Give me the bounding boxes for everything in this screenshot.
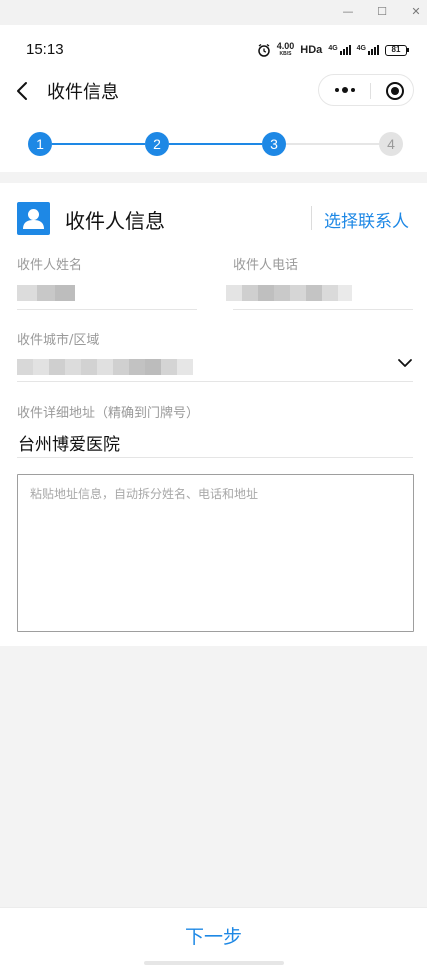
status-time: 15:13 [26,41,64,58]
chevron-down-icon[interactable] [397,357,413,369]
capsule-divider [370,83,371,99]
city-select[interactable] [17,359,193,375]
signal-label-2: 4G [356,45,366,52]
alarm-icon [258,43,270,57]
step-2: 2 [145,132,169,156]
progress-stepper: 1 2 3 4 [0,120,427,172]
name-underline [17,309,197,310]
mini-program-capsule [318,74,414,106]
next-step-button[interactable]: 下一步 [0,922,427,949]
page-title: 收件信息 [47,82,119,103]
step-1: 1 [28,132,52,156]
network-speed: 4.00 KB/S [277,42,295,58]
minimize-button[interactable]: — [338,3,358,21]
step-3: 3 [262,132,286,156]
close-button[interactable]: ✕ [406,3,426,21]
signal-label: 4G [328,45,338,52]
phone-underline [233,309,413,310]
step-connector [286,143,379,145]
status-bar: 15:13 4.00 KB/S HDa 4G 4G 81 [0,25,427,75]
select-contact-link[interactable]: 选择联系人 [324,207,409,232]
window-title-bar: — ☐ ✕ [0,0,427,25]
signal-icon-2: 4G [357,45,379,55]
signal-icon: 4G [328,45,351,55]
close-miniprogram-icon[interactable] [386,82,404,100]
address-label: 收件详细地址（精确到门牌号） [17,406,200,421]
address-input[interactable]: 台州博爱医院 [18,430,120,455]
nav-bar: 收件信息 [0,74,427,120]
hd-indicator: HDa [300,44,323,56]
battery-level: 81 [391,44,401,54]
network-speed-unit: KB/S [279,51,292,57]
name-input[interactable] [17,285,75,301]
address-underline [17,457,413,458]
phone-input[interactable] [226,285,352,301]
battery-icon: 81 [385,44,409,56]
contact-person-icon [17,202,50,235]
city-label: 收件城市/区域 [17,333,100,348]
home-indicator [144,961,284,965]
step-connector [169,143,262,145]
header-divider [311,206,312,230]
maximize-button[interactable]: ☐ [372,3,392,21]
paste-address-textarea[interactable]: 粘贴地址信息，自动拆分姓名、电话和地址 [17,474,414,632]
section-title: 收件人信息 [65,209,165,233]
name-label: 收件人姓名 [17,258,83,273]
city-underline [17,381,413,382]
recipient-card: 收件人信息 选择联系人 收件人姓名 收件人电话 收件城市/区域 收件详细地址（精… [0,183,427,646]
status-icons: 4.00 KB/S HDa 4G 4G 81 [257,40,409,60]
step-connector [52,143,145,145]
bottom-action-bar: 下一步 [0,907,427,967]
back-arrow-icon[interactable] [10,77,38,105]
network-speed-value: 4.00 [276,41,295,51]
more-icon[interactable] [319,75,371,105]
phone-label: 收件人电话 [233,258,299,273]
step-4: 4 [379,132,403,156]
